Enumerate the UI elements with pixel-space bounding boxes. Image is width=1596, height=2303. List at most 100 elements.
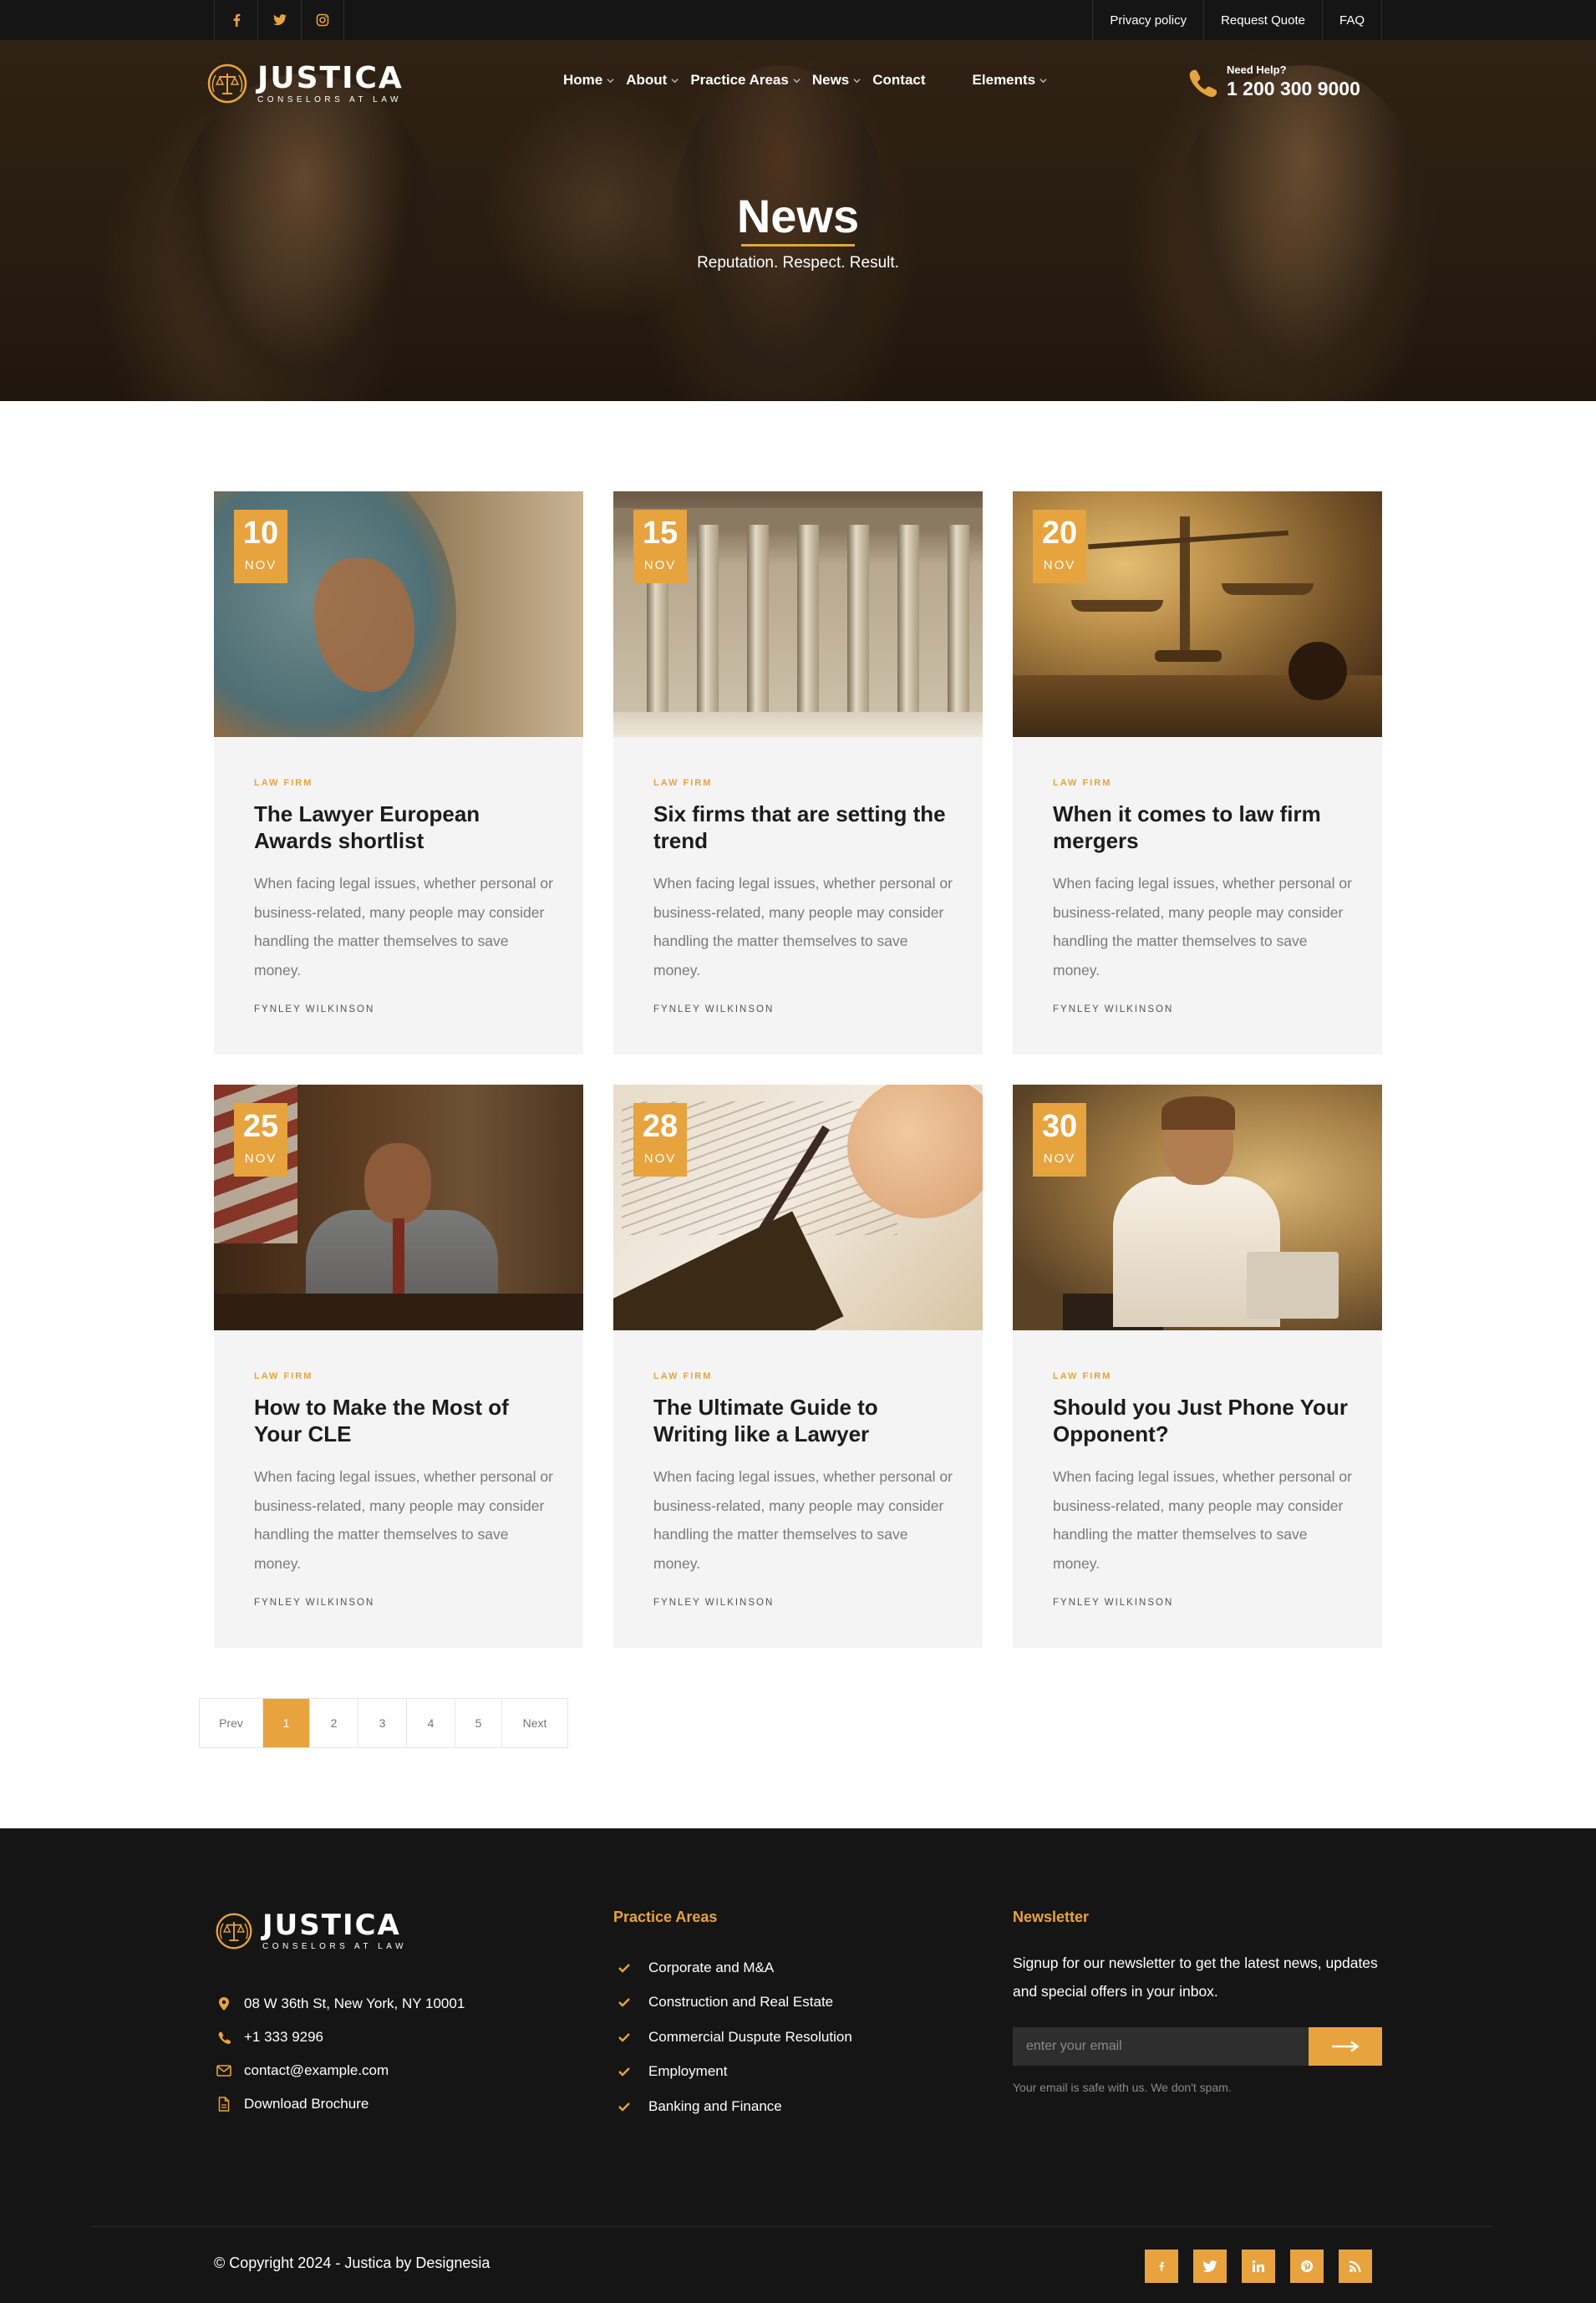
pagination-prev[interactable]: Prev [200,1699,263,1747]
facebook-icon[interactable] [1145,2250,1178,2283]
practice-area-link[interactable]: Commercial Duspute Resolution [617,2020,852,2055]
post-author[interactable]: FYNLEY WILKINSON [1053,1598,1173,1608]
nav-item-news[interactable]: News [812,72,861,89]
practice-area-label: Employment [648,2063,728,2080]
practice-area-link[interactable]: Banking and Finance [617,2089,852,2124]
topbar-links: Privacy policy Request Quote FAQ [1092,0,1382,40]
post-title[interactable]: The Ultimate Guide to Writing like a Law… [653,1394,954,1447]
nav-item-practice-areas[interactable]: Practice Areas [690,72,801,89]
linkedin-icon[interactable] [1242,2250,1275,2283]
pagination-page-3[interactable]: 3 [358,1699,407,1747]
footer-social [1145,2250,1372,2283]
privacy-policy-link[interactable]: Privacy policy [1092,0,1203,40]
footer-contact-text: Download Brochure [244,2096,369,2112]
practice-areas-heading: Practice Areas [613,1909,718,1925]
check-icon [618,2067,630,2077]
post-author[interactable]: FYNLEY WILKINSON [1053,1004,1173,1014]
rss-icon[interactable] [1339,2250,1372,2283]
newsletter-submit-button[interactable] [1309,2027,1382,2066]
footer-email[interactable]: contact@example.com [216,2054,465,2087]
practice-areas-list: Corporate and M&A Construction and Real … [617,1950,852,2124]
date-day: 10 [242,516,279,551]
news-card[interactable]: 28 NOV LAW FIRM The Ultimate Guide to Wr… [613,1085,983,1648]
post-category[interactable]: LAW FIRM [653,778,712,788]
news-card[interactable]: 20 NOV LAW FIRM When it comes to law fir… [1013,491,1382,1055]
practice-area-label: Commercial Duspute Resolution [648,2028,852,2045]
date-day: 15 [642,516,679,551]
news-card-image[interactable]: 25 NOV [214,1085,583,1330]
practice-area-link[interactable]: Construction and Real Estate [617,1985,852,2021]
faq-link[interactable]: FAQ [1321,0,1382,40]
check-icon [618,2102,630,2112]
news-card-image[interactable]: 28 NOV [613,1085,983,1330]
date-month: NOV [1043,1152,1076,1166]
pagination-next[interactable]: Next [502,1699,567,1747]
scales-emblem-icon [216,1913,252,1949]
footer-brochure[interactable]: Download Brochure [216,2087,465,2121]
check-icon [618,2032,630,2042]
post-author[interactable]: FYNLEY WILKINSON [254,1004,374,1014]
nav-item-contact[interactable]: Contact [872,72,925,89]
map-pin-icon [216,1995,232,2012]
pagination-page-1[interactable]: 1 [263,1699,310,1747]
post-title[interactable]: The Lawyer European Awards shortlist [254,801,555,854]
news-card[interactable]: 25 NOV LAW FIRM How to Make the Most of … [214,1085,583,1648]
title-underline [741,244,855,247]
footer-phone[interactable]: +1 333 9296 [216,2021,465,2054]
post-excerpt: When facing legal issues, whether person… [254,1468,553,1572]
post-author[interactable]: FYNLEY WILKINSON [254,1598,374,1608]
post-category[interactable]: LAW FIRM [653,1371,712,1381]
date-badge: 10 NOV [234,510,287,583]
brand-name: JUSTICA [257,60,404,95]
post-title[interactable]: When it comes to law firm mergers [1053,801,1354,854]
post-title[interactable]: Should you Just Phone Your Opponent? [1053,1394,1354,1447]
practice-area-link[interactable]: Employment [617,2055,852,2090]
twitter-icon[interactable] [257,0,301,40]
topbar-social [214,0,344,40]
post-author[interactable]: FYNLEY WILKINSON [653,1598,774,1608]
pagination-page-5[interactable]: 5 [455,1699,502,1747]
nav-item-home[interactable]: Home [563,72,614,89]
news-card-image[interactable]: 30 NOV [1013,1085,1382,1330]
date-month: NOV [643,558,677,572]
post-author[interactable]: FYNLEY WILKINSON [653,1004,774,1014]
post-category[interactable]: LAW FIRM [254,778,313,788]
request-quote-link[interactable]: Request Quote [1203,0,1322,40]
news-card[interactable]: 15 NOV LAW FIRM Six firms that are setti… [613,491,983,1055]
post-excerpt: When facing legal issues, whether person… [1053,1468,1352,1572]
news-card-image[interactable]: 15 NOV [613,491,983,737]
pagination: Prev 1 2 3 4 5 Next [199,1698,568,1748]
post-category[interactable]: LAW FIRM [1053,1371,1111,1381]
nav-item-about[interactable]: About [626,72,679,89]
news-card-image[interactable]: 10 NOV [214,491,583,737]
facebook-icon[interactable] [214,0,257,40]
practice-area-link[interactable]: Corporate and M&A [617,1950,852,1985]
chevron-down-icon [853,78,861,83]
instagram-icon[interactable] [301,0,344,40]
post-title[interactable]: How to Make the Most of Your CLE [254,1394,555,1447]
date-badge: 28 NOV [633,1103,687,1177]
twitter-icon[interactable] [1193,2250,1227,2283]
news-card[interactable]: 10 NOV LAW FIRM The Lawyer European Awar… [214,491,583,1055]
news-card-image[interactable]: 20 NOV [1013,491,1382,737]
help-phone-number: 1 200 300 9000 [1227,78,1360,99]
footer-logo[interactable]: JUSTICA CONSELORS AT LAW [214,1910,407,1951]
post-title[interactable]: Six firms that are setting the trend [653,801,954,854]
phone-icon [1189,69,1217,97]
newsletter-email-input[interactable] [1013,2027,1309,2066]
site-logo[interactable]: JUSTICA CONSELORS AT LAW [206,62,404,105]
practice-area-label: Banking and Finance [648,2097,782,2114]
pagination-page-2[interactable]: 2 [310,1699,358,1747]
post-category[interactable]: LAW FIRM [254,1371,313,1381]
copyright-text: © Copyright 2024 - Justica by Designesia [214,2255,490,2271]
news-card[interactable]: 30 NOV LAW FIRM Should you Just Phone Yo… [1013,1085,1382,1648]
help-phone[interactable]: Need Help? 1 200 300 9000 [1187,64,1360,100]
post-category[interactable]: LAW FIRM [1053,778,1111,788]
pinterest-icon[interactable] [1290,2250,1324,2283]
pagination-page-4[interactable]: 4 [407,1699,455,1747]
date-day: 25 [242,1109,279,1144]
chevron-down-icon [1039,78,1047,83]
chevron-down-icon [671,78,679,83]
nav-item-elements[interactable]: Elements [973,72,1048,89]
page-title: News [736,190,860,242]
